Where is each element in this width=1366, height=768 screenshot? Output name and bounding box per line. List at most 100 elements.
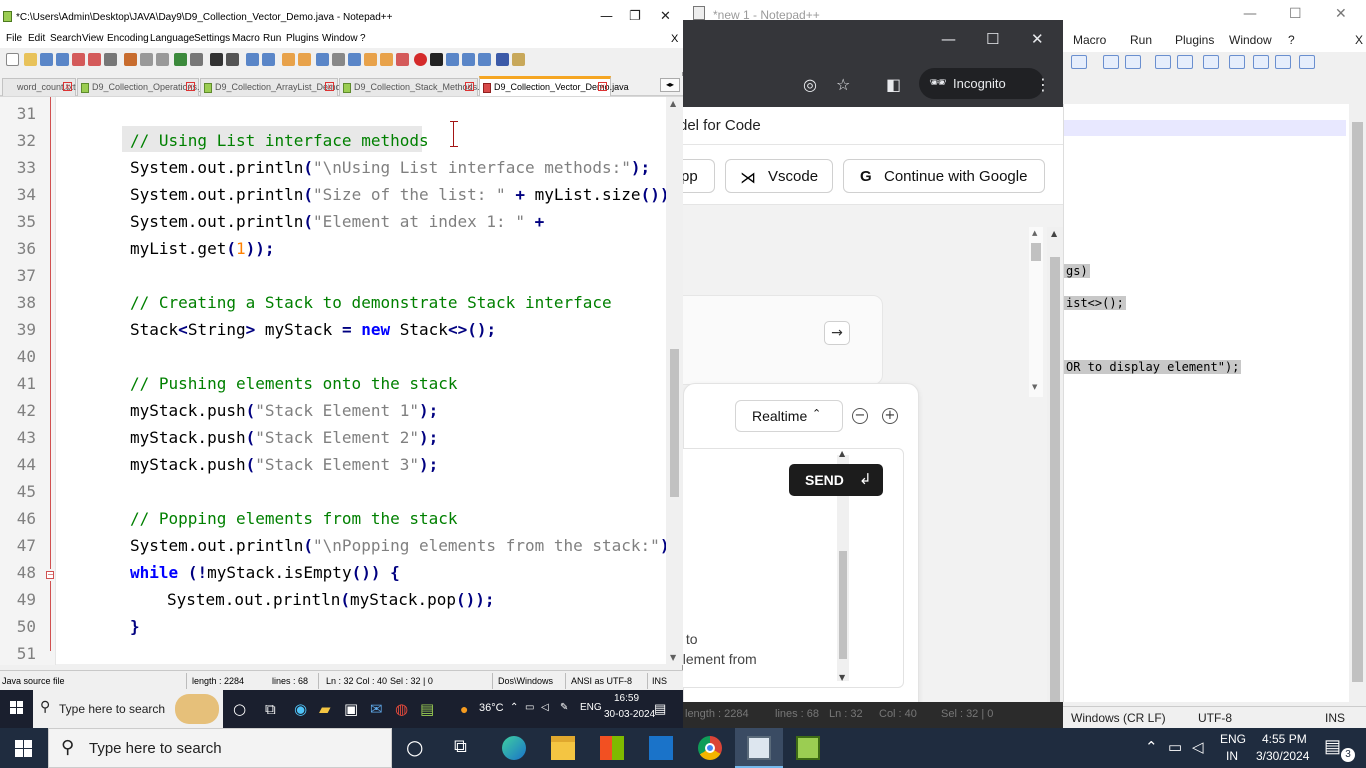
close-icon[interactable]: ✕ bbox=[660, 9, 671, 24]
tab-scroll-buttons[interactable]: ◂▸ bbox=[660, 78, 680, 92]
minus-icon[interactable]: − bbox=[852, 408, 868, 424]
show-all-chars-icon[interactable] bbox=[332, 53, 345, 66]
toolbar-icon[interactable] bbox=[1177, 55, 1193, 69]
taskbar-search-box[interactable]: ⚲ Type here to search bbox=[48, 728, 392, 768]
toolbar-icon[interactable] bbox=[1125, 55, 1141, 69]
minimize-icon[interactable]: — bbox=[600, 9, 613, 24]
eye-off-icon[interactable]: ◎ bbox=[803, 75, 817, 94]
fold-collapse-icon[interactable]: − bbox=[46, 571, 54, 579]
mail-button[interactable] bbox=[637, 728, 685, 768]
language-bottom[interactable]: IN bbox=[1226, 749, 1238, 763]
undo-icon[interactable] bbox=[174, 53, 187, 66]
toolbar-icon[interactable] bbox=[1299, 55, 1315, 69]
store-button[interactable] bbox=[588, 728, 636, 768]
menu-settings[interactable]: Settings bbox=[194, 33, 230, 44]
network-icon[interactable]: ▭ bbox=[1168, 738, 1182, 756]
tab-close-icon[interactable]: x bbox=[325, 82, 334, 91]
find-icon[interactable] bbox=[210, 53, 223, 66]
scroll-down-icon[interactable]: ▼ bbox=[1032, 383, 1037, 391]
copy-icon[interactable] bbox=[140, 53, 153, 66]
stop-macro-icon[interactable] bbox=[430, 53, 443, 66]
editor-scrollbar[interactable]: ▲ ▼ bbox=[666, 97, 683, 665]
send-button[interactable]: SEND ↲ bbox=[789, 464, 883, 496]
weather-temp[interactable]: 36°C bbox=[479, 702, 504, 714]
play-multiple-icon[interactable] bbox=[462, 53, 475, 66]
close-file-icon[interactable] bbox=[72, 53, 85, 66]
print-icon[interactable] bbox=[104, 53, 117, 66]
more-menu-icon[interactable]: ⋮ bbox=[1035, 75, 1051, 94]
toolbar-icon[interactable] bbox=[1071, 55, 1087, 69]
edge-button[interactable] bbox=[490, 728, 538, 768]
doc-map-icon[interactable] bbox=[364, 53, 377, 66]
task-view-button[interactable]: ⧉ bbox=[440, 728, 488, 768]
menu-encoding[interactable]: Encoding bbox=[107, 33, 149, 44]
volume-icon[interactable]: ◁ bbox=[1192, 738, 1204, 756]
task-view-icon[interactable]: ⧉ bbox=[265, 700, 276, 718]
page-scrollbar[interactable]: ▲ ▼ bbox=[1047, 227, 1063, 720]
edge-icon[interactable]: ◉ bbox=[294, 700, 307, 718]
volume-icon[interactable]: ◁ bbox=[541, 702, 549, 713]
menu-language[interactable]: Language bbox=[150, 33, 195, 44]
close-all-icon[interactable] bbox=[88, 53, 101, 66]
file-explorer-button[interactable] bbox=[539, 728, 587, 768]
menu-macro[interactable]: Macro bbox=[232, 33, 260, 44]
scroll-up-icon[interactable]: ▲ bbox=[1032, 229, 1037, 237]
menu-edit[interactable]: Edit bbox=[28, 33, 45, 44]
chevron-up-icon[interactable]: ⌃ bbox=[1145, 738, 1158, 756]
star-icon[interactable]: ☆ bbox=[836, 75, 850, 94]
pen-icon[interactable]: ✎ bbox=[560, 702, 568, 713]
play-macro-icon[interactable] bbox=[446, 53, 459, 66]
menu-window[interactable]: Window bbox=[322, 33, 358, 44]
snipping-tool-button[interactable] bbox=[735, 728, 783, 768]
cut-icon[interactable] bbox=[124, 53, 137, 66]
side-panel-icon[interactable]: ◧ bbox=[886, 75, 901, 94]
sync-h-icon[interactable] bbox=[298, 53, 311, 66]
clock-time[interactable]: 4:55 PM bbox=[1262, 732, 1307, 746]
mode-select[interactable]: Realtime ⌃ bbox=[735, 400, 843, 432]
save-macro-icon[interactable] bbox=[478, 53, 491, 66]
chrome-button[interactable] bbox=[686, 728, 734, 768]
scroll-thumb[interactable] bbox=[1031, 243, 1041, 261]
menu-file[interactable]: File bbox=[6, 33, 22, 44]
toolbar-icon[interactable] bbox=[1229, 55, 1245, 69]
restore-icon[interactable]: ❐ bbox=[629, 9, 641, 24]
cortana-icon[interactable]: ○ bbox=[233, 700, 246, 718]
network-icon[interactable]: ▭ bbox=[525, 702, 534, 713]
scroll-up-icon[interactable]: ▲ bbox=[670, 99, 676, 108]
close-icon[interactable]: ✕ bbox=[1031, 30, 1044, 48]
inner-scrollbar[interactable]: ▲ ▼ bbox=[1029, 227, 1043, 397]
tab-collection-operations[interactable]: D9_Collection_Operations.java x bbox=[77, 78, 216, 96]
scroll-thumb[interactable] bbox=[1050, 257, 1060, 707]
background-scrollbar[interactable] bbox=[1349, 104, 1366, 702]
sync-v-icon[interactable] bbox=[282, 53, 295, 66]
scroll-down-icon[interactable]: ▼ bbox=[839, 673, 845, 682]
record-macro-icon[interactable] bbox=[414, 53, 427, 66]
toolbar-icon[interactable] bbox=[1253, 55, 1269, 69]
menu-help[interactable]: ? bbox=[1288, 33, 1295, 47]
replace-icon[interactable] bbox=[226, 53, 239, 66]
save-icon[interactable] bbox=[40, 53, 53, 66]
menu-search[interactable]: Search bbox=[50, 33, 82, 44]
clock-time[interactable]: 16:59 bbox=[614, 693, 639, 704]
mail-icon[interactable]: ✉ bbox=[370, 700, 383, 718]
save-all-icon[interactable] bbox=[56, 53, 69, 66]
language-indicator[interactable]: ENG bbox=[580, 702, 602, 713]
toolbar-icon[interactable] bbox=[1203, 55, 1219, 69]
tab-close-icon[interactable]: x bbox=[186, 82, 195, 91]
menu-run[interactable]: Run bbox=[263, 33, 281, 44]
google-button[interactable]: G Continue with Google bbox=[843, 159, 1045, 193]
function-list-icon[interactable] bbox=[380, 53, 393, 66]
scroll-thumb[interactable] bbox=[839, 551, 847, 659]
close-icon[interactable]: ✕ bbox=[1335, 6, 1347, 22]
redo-icon[interactable] bbox=[190, 53, 203, 66]
menu-plugins[interactable]: Plugins bbox=[1175, 33, 1214, 47]
chrome-icon[interactable]: ◍ bbox=[395, 700, 408, 718]
store-icon[interactable]: ▣ bbox=[344, 700, 358, 718]
tab-word-count[interactable]: word_count.txt x bbox=[2, 78, 76, 96]
menu-plugins[interactable]: Plugins bbox=[286, 33, 319, 44]
plugin-icon[interactable] bbox=[512, 53, 525, 66]
minimize-icon[interactable]: — bbox=[1243, 6, 1257, 22]
scroll-up-icon[interactable]: ▲ bbox=[839, 449, 845, 458]
cortana-button[interactable]: ○ bbox=[392, 728, 440, 768]
code-editor[interactable]: − 31 32 33 34 35 36 37 38 39 40 41 42 43… bbox=[0, 96, 683, 665]
